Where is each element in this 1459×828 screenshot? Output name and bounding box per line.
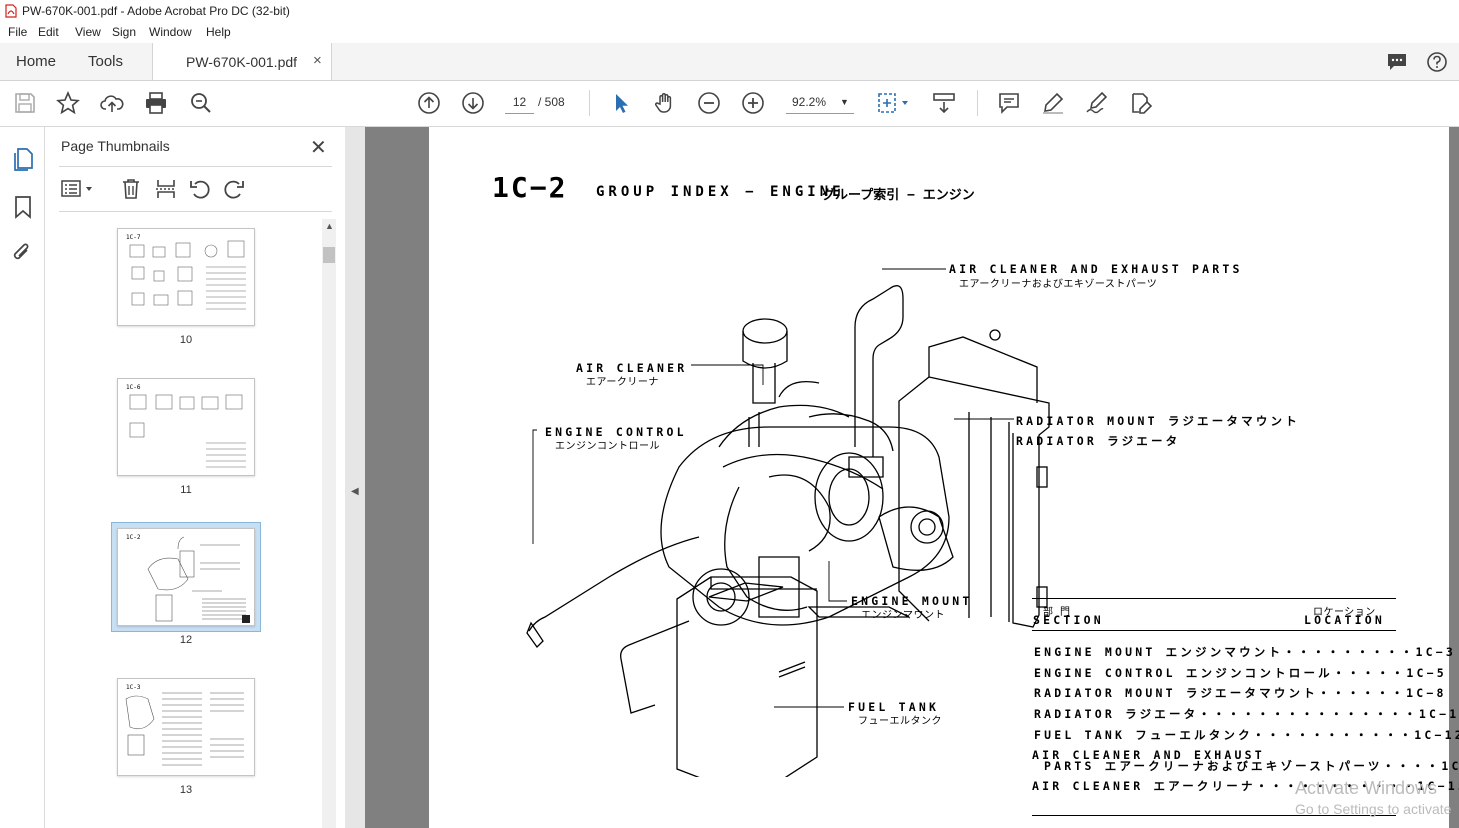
scroll-mode-icon[interactable] xyxy=(932,91,956,115)
thumbnail-options-icon[interactable] xyxy=(61,179,95,199)
index-rule-header xyxy=(1032,630,1396,631)
left-rail xyxy=(0,127,45,828)
menu-view[interactable]: View xyxy=(75,25,101,39)
activate-windows-watermark: Activate Windows xyxy=(1295,778,1438,798)
rotate-counterclockwise-icon[interactable] xyxy=(189,178,211,200)
extract-pages-icon[interactable] xyxy=(155,178,177,200)
thumbnail-page-number: 13 xyxy=(179,784,193,796)
attachment-icon[interactable] xyxy=(11,241,33,265)
index-row: RADIATOR ラジエータ・・・・・・・・・・・・・・・1C−10 xyxy=(1034,707,1459,721)
toolbar: 12 / 508 92.2% ▼ xyxy=(0,81,1459,127)
index-row: ENGINE CONTROL エンジンコントロール・・・・・1C−5 xyxy=(1034,666,1447,680)
previous-page-icon[interactable] xyxy=(417,91,441,115)
tab-document[interactable]: PW-670K-001.pdf × xyxy=(152,43,332,80)
collapse-arrow-icon[interactable]: ◀ xyxy=(351,486,359,497)
menu-file[interactable]: File xyxy=(8,25,27,39)
panel-toolbar xyxy=(59,176,339,202)
zoom-in-icon[interactable] xyxy=(741,91,765,115)
select-cursor-icon[interactable] xyxy=(609,91,633,115)
callout-air-cleaner-jp: エアークリーナ xyxy=(586,377,659,388)
panel-title: Page Thumbnails xyxy=(61,138,170,154)
index-rule-top xyxy=(1032,598,1396,599)
sign-icon[interactable] xyxy=(1085,91,1109,115)
toolbar-separator xyxy=(589,90,590,116)
thumbnail-heading: 1C-6 xyxy=(126,384,141,391)
divider xyxy=(59,211,332,212)
tab-bar: Home Tools PW-670K-001.pdf × xyxy=(0,43,1459,81)
scroll-up-icon[interactable]: ▲ xyxy=(325,221,334,231)
callout-radiator: RADIATOR ラジエータ xyxy=(1016,434,1181,448)
menu-sign[interactable]: Sign xyxy=(112,25,136,39)
star-icon[interactable] xyxy=(56,90,80,115)
thumbnail-panel: Page Thumbnails ✕ 1C-7 10 1C-6 11 1C-2 1… xyxy=(45,127,346,828)
thumbnail-scrollbar[interactable]: ▲ xyxy=(322,219,336,828)
callout-radiator-mount: RADIATOR MOUNT ラジエータマウント xyxy=(1016,414,1300,428)
save-icon[interactable] xyxy=(13,91,37,115)
tab-home[interactable]: Home xyxy=(16,53,56,70)
fit-page-icon[interactable] xyxy=(876,91,912,115)
pdf-page: 1C−2 GROUP INDEX − ENGINE グループ索引 − エンジン xyxy=(429,127,1459,828)
chevron-down-icon: ▼ xyxy=(840,97,849,107)
index-section-header: SECTION xyxy=(1033,613,1104,627)
thumbnail-heading: 1C-2 xyxy=(126,534,141,541)
zoom-search-icon[interactable] xyxy=(189,91,213,115)
index-row: PARTS エアークリーナおよびエキゾーストパーツ・・・・1C−14 xyxy=(1044,759,1459,773)
page-total: / 508 xyxy=(538,95,565,109)
page-thumbnails-icon[interactable] xyxy=(11,146,35,172)
thumbnail-heading: 1C-7 xyxy=(126,234,141,241)
thumbnail-page-number: 10 xyxy=(179,334,193,346)
hand-tool-icon[interactable] xyxy=(653,91,677,115)
delete-page-icon[interactable] xyxy=(121,178,141,200)
page-number-input[interactable]: 12 xyxy=(505,91,534,114)
rotate-clockwise-icon[interactable] xyxy=(223,178,245,200)
menu-help[interactable]: Help xyxy=(206,25,231,39)
thumbnail-page-11[interactable]: 1C-6 xyxy=(117,378,255,476)
callout-engine-control-jp: エンジンコントロール xyxy=(555,441,660,452)
callout-air-cleaner-exhaust-jp: エアークリーナおよびエキゾーストパーツ xyxy=(959,279,1158,290)
thumbnail-page-number: 12 xyxy=(179,634,193,646)
activate-windows-subtext: Go to Settings to activate xyxy=(1295,801,1452,817)
index-row: ENGINE MOUNT エンジンマウント・・・・・・・・・1C−3 xyxy=(1034,645,1456,659)
menu-window[interactable]: Window xyxy=(149,25,192,39)
highlight-pen-icon[interactable] xyxy=(1041,91,1065,115)
upload-cloud-icon[interactable] xyxy=(100,91,124,115)
zoom-out-icon[interactable] xyxy=(697,91,721,115)
add-comment-icon[interactable] xyxy=(997,91,1021,115)
help-icon[interactable] xyxy=(1426,51,1448,73)
callout-engine-mount-jp: エンジンマウント xyxy=(861,610,945,621)
thumbnail-page-12[interactable]: 1C-2 xyxy=(117,528,255,626)
edit-document-icon[interactable] xyxy=(1129,91,1153,115)
menu-bar: File Edit View Sign Window Help xyxy=(0,22,1459,43)
comment-bubble-icon[interactable] xyxy=(1386,52,1408,72)
acrobat-logo-icon xyxy=(5,4,17,18)
zoom-level-value: 92.2% xyxy=(792,95,827,109)
tab-close-icon[interactable]: × xyxy=(313,52,322,69)
zoom-level-select[interactable]: 92.2% ▼ xyxy=(786,91,854,114)
thumbnail-page-10[interactable]: 1C-7 xyxy=(117,228,255,326)
divider xyxy=(59,166,332,167)
next-page-icon[interactable] xyxy=(461,91,485,115)
panel-collapse-bar[interactable]: ◀ xyxy=(345,127,365,828)
title-bar: PW-670K-001.pdf - Adobe Acrobat Pro DC (… xyxy=(0,0,1459,23)
index-location-header: LOCATION xyxy=(1304,613,1385,627)
thumbnail-heading: 1C-3 xyxy=(126,684,141,691)
index-row: FUEL TANK フューエルタンク・・・・・・・・・・・1C−12 xyxy=(1034,728,1459,742)
scrollbar-thumb[interactable] xyxy=(323,247,335,263)
index-row: RADIATOR MOUNT ラジエータマウント・・・・・・1C−8 xyxy=(1034,686,1447,700)
print-icon[interactable] xyxy=(144,91,168,115)
window-title: PW-670K-001.pdf - Adobe Acrobat Pro DC (… xyxy=(22,4,290,18)
toolbar-separator xyxy=(977,90,978,116)
bookmark-icon[interactable] xyxy=(13,195,33,219)
tab-tools[interactable]: Tools xyxy=(88,53,123,70)
thumbnail-page-13[interactable]: 1C-3 xyxy=(117,678,255,776)
document-view[interactable]: 1C−2 GROUP INDEX − ENGINE グループ索引 − エンジン xyxy=(365,127,1459,828)
menu-edit[interactable]: Edit xyxy=(38,25,59,39)
tab-document-label: PW-670K-001.pdf xyxy=(186,54,298,70)
thumbnail-page-number: 11 xyxy=(180,484,192,496)
panel-close-icon[interactable]: ✕ xyxy=(310,135,327,160)
callout-air-cleaner-exhaust: AIR CLEANER AND EXHAUST PARTS xyxy=(949,262,1243,276)
callout-fuel-tank-jp: フューエルタンク xyxy=(858,716,942,727)
